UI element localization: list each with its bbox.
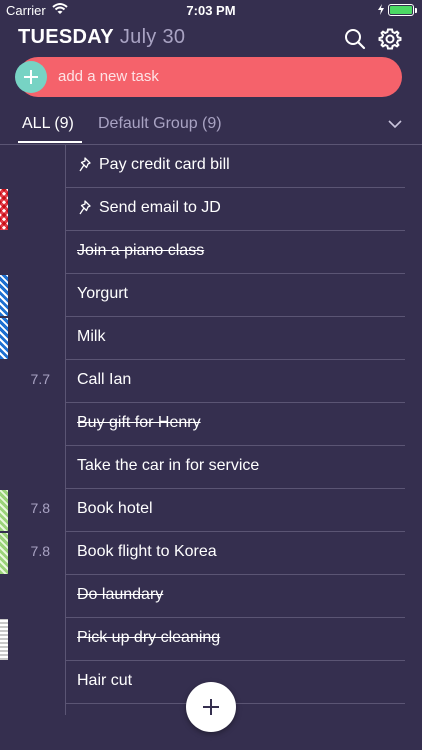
task-row[interactable]: Milk xyxy=(0,317,422,360)
task-title: Hair cut xyxy=(77,672,133,689)
task-title: Milk xyxy=(77,328,106,345)
task-title: Call Ian xyxy=(77,371,132,388)
task-title: Yorgurt xyxy=(77,285,128,302)
charging-icon xyxy=(378,4,384,15)
group-color-marker xyxy=(0,189,8,230)
task-title: Do laundary xyxy=(77,586,164,603)
task-row[interactable]: Join a piano class xyxy=(0,231,422,274)
task-title: Join a piano class xyxy=(77,242,205,259)
task-title: Take the car in for service xyxy=(77,457,260,474)
group-color-marker xyxy=(0,533,8,574)
task-due-date: 7.7 xyxy=(30,371,50,387)
add-task-button[interactable] xyxy=(15,61,47,93)
group-tabs: ALL (9) Default Group (9) xyxy=(0,110,422,145)
floating-add-button[interactable] xyxy=(186,682,236,732)
active-tab-indicator xyxy=(18,141,82,143)
group-color-marker xyxy=(0,619,8,660)
group-color-marker xyxy=(0,490,8,531)
task-row[interactable]: Buy gift for Henry xyxy=(0,403,422,446)
plus-icon xyxy=(203,699,219,715)
task-title: Pay credit card bill xyxy=(99,156,230,173)
search-icon[interactable] xyxy=(344,28,366,50)
group-color-marker xyxy=(0,275,8,316)
task-row[interactable]: Send email to JD xyxy=(0,188,422,231)
chevron-down-icon[interactable] xyxy=(387,119,403,129)
task-row[interactable]: 7.8 Book flight to Korea xyxy=(0,532,422,575)
task-row[interactable]: Yorgurt xyxy=(0,274,422,317)
page-title: TUESDAY July 30 xyxy=(18,26,185,49)
task-row[interactable]: Pay credit card bill xyxy=(0,145,422,188)
plus-icon xyxy=(24,70,38,84)
tab-default-group[interactable]: Default Group (9) xyxy=(98,115,222,133)
task-row[interactable]: Do laundary xyxy=(0,575,422,618)
date-label: July 30 xyxy=(119,26,186,48)
status-bar: Carrier 7:03 PM xyxy=(0,0,422,22)
task-title: Send email to JD xyxy=(99,199,221,216)
gear-icon[interactable] xyxy=(378,27,402,51)
task-row[interactable]: 7.7 Call Ian xyxy=(0,360,422,403)
tab-all[interactable]: ALL (9) xyxy=(22,115,74,133)
task-title: Book flight to Korea xyxy=(77,543,217,560)
task-title: Book hotel xyxy=(77,500,153,517)
task-title: Buy gift for Henry xyxy=(77,414,201,431)
task-row[interactable]: 7.8 Book hotel xyxy=(0,489,422,532)
task-list: Pay credit card bill Send email to JD Jo… xyxy=(0,145,422,704)
task-row[interactable]: Take the car in for service xyxy=(0,446,422,489)
pin-icon xyxy=(79,200,91,215)
pin-icon xyxy=(79,157,91,172)
battery-icon xyxy=(388,4,417,16)
task-title: Pick up dry cleaning xyxy=(77,629,221,646)
group-color-marker xyxy=(0,318,8,359)
weekday-label: TUESDAY xyxy=(18,26,114,48)
status-time: 7:03 PM xyxy=(186,3,236,18)
add-task-placeholder: add a new task xyxy=(58,68,159,85)
add-task-input[interactable]: add a new task xyxy=(18,57,402,97)
task-row[interactable]: Pick up dry cleaning xyxy=(0,618,422,661)
